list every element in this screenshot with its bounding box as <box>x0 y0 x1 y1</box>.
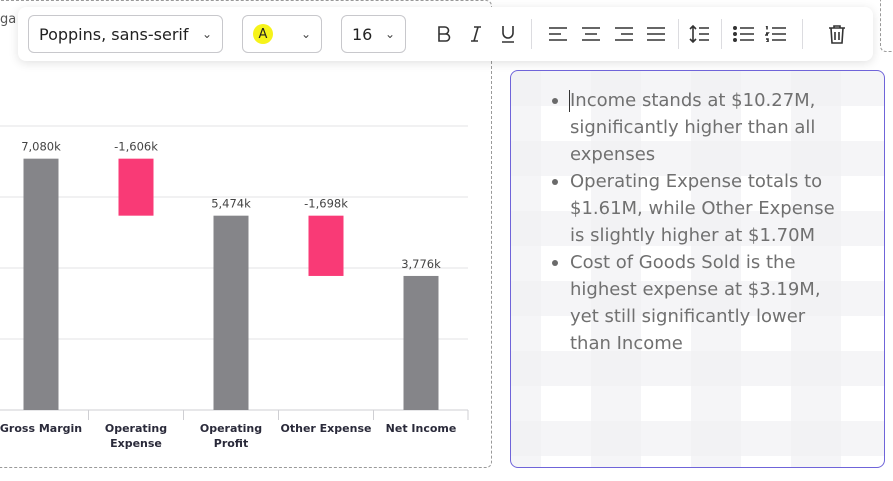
toolbar-divider <box>531 19 532 49</box>
toolbar-divider <box>721 19 722 49</box>
text-format-toolbar: Poppins, sans-serif ⌄ A ⌄ 16 ⌄ <box>18 7 873 61</box>
list-item[interactable]: Operating Expense totals to $1.61M, whil… <box>547 168 847 249</box>
bullet-text: Income stands at $10.27M, significantly … <box>570 90 816 165</box>
font-size-select[interactable]: 16 ⌄ <box>341 15 406 53</box>
bullet-text: Operating Expense totals to $1.61M, whil… <box>570 171 835 246</box>
data-label: -1,606k <box>114 140 158 154</box>
bar-negative <box>118 158 154 216</box>
bar-total <box>23 158 59 410</box>
bar-negative <box>308 215 344 276</box>
chevron-down-icon: ⌄ <box>201 27 212 41</box>
align-left-icon <box>549 27 567 41</box>
bar-total <box>213 215 249 410</box>
text-color-swatch: A <box>253 24 273 44</box>
x-tick-label: Other Expense <box>281 422 372 435</box>
italic-icon <box>471 26 481 42</box>
align-justify-icon <box>647 27 665 41</box>
x-tick-label: Profit <box>214 437 248 450</box>
insights-bullet-list[interactable]: Income stands at $10.27M, significantly … <box>547 87 847 357</box>
italic-button[interactable] <box>462 20 490 48</box>
data-label: 7,080k <box>21 140 61 154</box>
align-right-button[interactable] <box>610 20 638 48</box>
chevron-down-icon: ⌄ <box>384 27 395 41</box>
text-cursor <box>569 90 570 112</box>
toolbar-divider <box>678 19 679 49</box>
bullet-text: Cost of Goods Sold is the highest expens… <box>570 252 821 354</box>
x-tick-label: Gross Margin <box>0 422 82 435</box>
waterfall-chart: 7,080k Gross Margin -1,606k Operating Expens… <box>0 125 469 450</box>
trash-icon <box>829 25 845 44</box>
align-right-icon <box>615 27 633 41</box>
bold-icon <box>438 26 451 42</box>
x-tick-label: Net Income <box>386 422 457 435</box>
numbered-list-icon <box>765 26 786 42</box>
align-left-button[interactable] <box>544 20 572 48</box>
bar-total <box>403 275 439 410</box>
text-color-select[interactable]: A ⌄ <box>242 15 322 53</box>
chevron-down-icon: ⌄ <box>300 27 311 41</box>
font-size-value: 16 <box>352 24 373 44</box>
line-height-button[interactable] <box>685 20 713 48</box>
bullet-list-button[interactable] <box>730 20 758 48</box>
data-label: 5,474k <box>211 197 251 211</box>
bold-button[interactable] <box>430 20 458 48</box>
data-label: 3,776k <box>401 257 441 271</box>
align-center-button[interactable] <box>577 20 605 48</box>
align-center-icon <box>582 27 600 41</box>
x-tick-label: Operating <box>200 422 262 435</box>
insights-text-panel[interactable]: Income stands at $10.27M, significantly … <box>510 70 885 468</box>
line-height-icon <box>689 24 709 44</box>
x-tick-label: Operating <box>105 422 167 435</box>
delete-button[interactable] <box>823 20 851 48</box>
list-item[interactable]: Cost of Goods Sold is the highest expens… <box>547 249 847 357</box>
underline-icon <box>502 26 514 43</box>
text-color-label: A <box>258 26 268 42</box>
font-family-value: Poppins, sans-serif <box>39 24 189 44</box>
adjacent-panel-edge <box>880 0 893 52</box>
data-label: -1,698k <box>304 197 348 211</box>
x-tick-label: Expense <box>110 437 162 450</box>
numbered-list-button[interactable] <box>762 20 790 48</box>
toolbar-divider <box>802 19 803 49</box>
font-family-select[interactable]: Poppins, sans-serif ⌄ <box>28 15 223 53</box>
list-item[interactable]: Income stands at $10.27M, significantly … <box>547 87 847 168</box>
align-justify-button[interactable] <box>642 20 670 48</box>
underline-button[interactable] <box>494 20 522 48</box>
bullet-list-icon <box>733 26 754 42</box>
